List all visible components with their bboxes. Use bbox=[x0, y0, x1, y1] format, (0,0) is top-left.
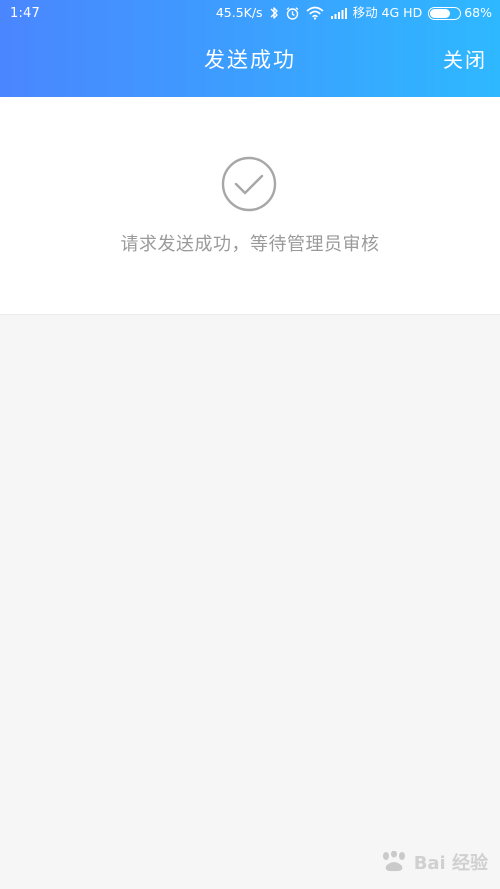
network-speed: 45.5K/s bbox=[215, 5, 263, 20]
status-indicators: 45.5K/s 移动 4G HD 68% bbox=[216, 5, 492, 21]
success-message: 请求发送成功，等待管理员审核 bbox=[120, 234, 380, 255]
content-area bbox=[0, 315, 500, 889]
battery-percent: 68% bbox=[464, 5, 492, 20]
status-time: 1:47 bbox=[10, 6, 40, 21]
check-circle-icon bbox=[221, 156, 277, 212]
navigation-bar: 发送成功 关闭 bbox=[0, 28, 500, 97]
alarm-icon bbox=[285, 6, 300, 21]
paw-icon bbox=[382, 851, 405, 872]
baidu-watermark: Bai 经验 bbox=[378, 849, 488, 875]
carrier-label: 移动 4G HD bbox=[352, 5, 423, 20]
status-bar: 1:47 45.5K/s 移动 4G HD 68% bbox=[0, 0, 500, 28]
bluetooth-icon bbox=[269, 6, 279, 20]
top-bar: 1:47 45.5K/s 移动 4G HD 68% 发送成功 关闭 bbox=[0, 0, 500, 97]
close-button[interactable]: 关闭 bbox=[443, 44, 487, 73]
wifi-icon bbox=[306, 6, 324, 20]
watermark-text: Bai 经验 bbox=[413, 853, 488, 874]
battery-fill bbox=[430, 8, 450, 18]
battery-indicator: 68% bbox=[428, 5, 492, 21]
success-card: 请求发送成功，等待管理员审核 bbox=[0, 97, 500, 315]
signal-icon bbox=[330, 7, 347, 20]
battery-icon bbox=[428, 6, 462, 20]
page-title: 发送成功 bbox=[204, 48, 296, 72]
